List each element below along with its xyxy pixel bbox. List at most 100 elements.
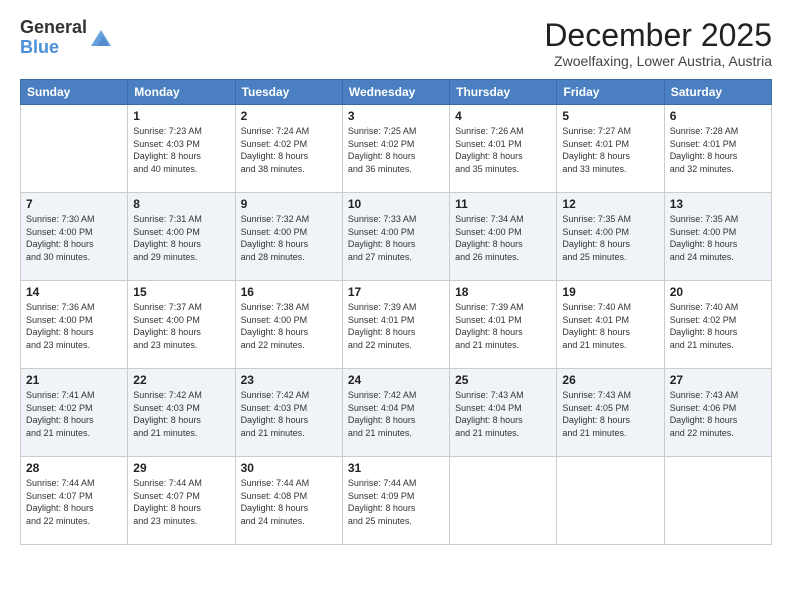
day-number: 23 xyxy=(241,373,337,387)
table-row: 28 Sunrise: 7:44 AM Sunset: 4:07 PM Dayli… xyxy=(21,457,128,545)
table-row: 8 Sunrise: 7:31 AM Sunset: 4:00 PM Daylig… xyxy=(128,193,235,281)
day-number: 24 xyxy=(348,373,444,387)
table-row: 2 Sunrise: 7:24 AM Sunset: 4:02 PM Daylig… xyxy=(235,105,342,193)
day-info: Sunrise: 7:42 AM Sunset: 4:03 PM Dayligh… xyxy=(133,389,229,439)
table-row: 3Sunrise: 7:25 AM Sunset: 4:02 PM Daylig… xyxy=(342,105,449,193)
day-number: 28 xyxy=(26,461,122,475)
table-row: 6 Sunrise: 7:28 AM Sunset: 4:01 PM Daylig… xyxy=(664,105,771,193)
header-friday: Friday xyxy=(557,80,664,105)
day-number: 26 xyxy=(562,373,658,387)
table-row: 7 Sunrise: 7:30 AM Sunset: 4:00 PM Daylig… xyxy=(21,193,128,281)
table-row: 17 Sunrise: 7:39 AM Sunset: 4:01 PM Dayli… xyxy=(342,281,449,369)
day-number: 15 xyxy=(133,285,229,299)
table-row: 26 Sunrise: 7:43 AM Sunset: 4:05 PM Dayli… xyxy=(557,369,664,457)
header: General Blue December 2025 Zwoelfaxing, … xyxy=(20,18,772,69)
day-info: Sunrise: 7:44 AM Sunset: 4:08 PM Dayligh… xyxy=(241,477,337,527)
calendar-week-row: 14 Sunrise: 7:36 AM Sunset: 4:00 PM Dayli… xyxy=(21,281,772,369)
table-row: 13 Sunrise: 7:35 AM Sunset: 4:00 PM Dayli… xyxy=(664,193,771,281)
table-row: 10Sunrise: 7:33 AM Sunset: 4:00 PM Dayli… xyxy=(342,193,449,281)
calendar-table: Sunday Monday Tuesday Wednesday Thursday… xyxy=(20,79,772,545)
header-wednesday: Wednesday xyxy=(342,80,449,105)
day-info: Sunrise: 7:40 AM Sunset: 4:01 PM Dayligh… xyxy=(562,301,658,351)
table-row: 24Sunrise: 7:42 AM Sunset: 4:04 PM Dayli… xyxy=(342,369,449,457)
day-info: Sunrise: 7:44 AM Sunset: 4:07 PM Dayligh… xyxy=(133,477,229,527)
table-row: 20Sunrise: 7:40 AM Sunset: 4:02 PM Dayli… xyxy=(664,281,771,369)
day-info: Sunrise: 7:42 AM Sunset: 4:03 PM Dayligh… xyxy=(241,389,337,439)
table-row: 11 Sunrise: 7:34 AM Sunset: 4:00 PM Dayli… xyxy=(450,193,557,281)
day-info: Sunrise: 7:41 AM Sunset: 4:02 PM Dayligh… xyxy=(26,389,122,439)
day-number: 16 xyxy=(241,285,337,299)
table-row: 18Sunrise: 7:39 AM Sunset: 4:01 PM Dayli… xyxy=(450,281,557,369)
day-number: 5 xyxy=(562,109,658,123)
table-row xyxy=(557,457,664,545)
day-number: 4 xyxy=(455,109,551,123)
day-number: 21 xyxy=(26,373,122,387)
day-number: 7 xyxy=(26,197,122,211)
day-info: Sunrise: 7:31 AM Sunset: 4:00 PM Dayligh… xyxy=(133,213,229,263)
day-number: 8 xyxy=(133,197,229,211)
day-info: Sunrise: 7:36 AM Sunset: 4:00 PM Dayligh… xyxy=(26,301,122,351)
day-number: 11 xyxy=(455,197,551,211)
day-number: 29 xyxy=(133,461,229,475)
day-info: Sunrise: 7:26 AM Sunset: 4:01 PM Dayligh… xyxy=(455,125,551,175)
logo: General Blue xyxy=(20,18,113,58)
day-number: 1 xyxy=(133,109,229,123)
header-saturday: Saturday xyxy=(664,80,771,105)
table-row: 5Sunrise: 7:27 AM Sunset: 4:01 PM Daylig… xyxy=(557,105,664,193)
table-row xyxy=(21,105,128,193)
day-number: 25 xyxy=(455,373,551,387)
day-info: Sunrise: 7:43 AM Sunset: 4:04 PM Dayligh… xyxy=(455,389,551,439)
day-info: Sunrise: 7:39 AM Sunset: 4:01 PM Dayligh… xyxy=(348,301,444,351)
table-row: 30 Sunrise: 7:44 AM Sunset: 4:08 PM Dayli… xyxy=(235,457,342,545)
page: General Blue December 2025 Zwoelfaxing, … xyxy=(0,0,792,612)
table-row xyxy=(664,457,771,545)
table-row: 9Sunrise: 7:32 AM Sunset: 4:00 PM Daylig… xyxy=(235,193,342,281)
table-row: 23 Sunrise: 7:42 AM Sunset: 4:03 PM Dayli… xyxy=(235,369,342,457)
day-number: 20 xyxy=(670,285,766,299)
day-info: Sunrise: 7:30 AM Sunset: 4:00 PM Dayligh… xyxy=(26,213,122,263)
day-number: 30 xyxy=(241,461,337,475)
day-info: Sunrise: 7:38 AM Sunset: 4:00 PM Dayligh… xyxy=(241,301,337,351)
logo-icon xyxy=(89,26,113,50)
logo-blue: Blue xyxy=(20,38,87,58)
day-number: 13 xyxy=(670,197,766,211)
table-row xyxy=(450,457,557,545)
table-row: 16 Sunrise: 7:38 AM Sunset: 4:00 PM Dayli… xyxy=(235,281,342,369)
day-number: 27 xyxy=(670,373,766,387)
calendar-week-row: 1Sunrise: 7:23 AM Sunset: 4:03 PM Daylig… xyxy=(21,105,772,193)
table-row: 29 Sunrise: 7:44 AM Sunset: 4:07 PM Dayli… xyxy=(128,457,235,545)
table-row: 31 Sunrise: 7:44 AM Sunset: 4:09 PM Dayli… xyxy=(342,457,449,545)
day-number: 31 xyxy=(348,461,444,475)
table-row: 19 Sunrise: 7:40 AM Sunset: 4:01 PM Dayli… xyxy=(557,281,664,369)
table-row: 15 Sunrise: 7:37 AM Sunset: 4:00 PM Dayli… xyxy=(128,281,235,369)
location-subtitle: Zwoelfaxing, Lower Austria, Austria xyxy=(544,53,772,69)
day-info: Sunrise: 7:28 AM Sunset: 4:01 PM Dayligh… xyxy=(670,125,766,175)
day-number: 6 xyxy=(670,109,766,123)
header-thursday: Thursday xyxy=(450,80,557,105)
day-info: Sunrise: 7:35 AM Sunset: 4:00 PM Dayligh… xyxy=(562,213,658,263)
calendar-week-row: 21 Sunrise: 7:41 AM Sunset: 4:02 PM Dayli… xyxy=(21,369,772,457)
day-number: 19 xyxy=(562,285,658,299)
day-info: Sunrise: 7:34 AM Sunset: 4:00 PM Dayligh… xyxy=(455,213,551,263)
table-row: 12Sunrise: 7:35 AM Sunset: 4:00 PM Dayli… xyxy=(557,193,664,281)
day-number: 14 xyxy=(26,285,122,299)
day-number: 2 xyxy=(241,109,337,123)
day-number: 3 xyxy=(348,109,444,123)
day-number: 22 xyxy=(133,373,229,387)
header-tuesday: Tuesday xyxy=(235,80,342,105)
calendar-week-row: 7 Sunrise: 7:30 AM Sunset: 4:00 PM Daylig… xyxy=(21,193,772,281)
day-info: Sunrise: 7:39 AM Sunset: 4:01 PM Dayligh… xyxy=(455,301,551,351)
day-info: Sunrise: 7:43 AM Sunset: 4:06 PM Dayligh… xyxy=(670,389,766,439)
day-info: Sunrise: 7:35 AM Sunset: 4:00 PM Dayligh… xyxy=(670,213,766,263)
day-info: Sunrise: 7:43 AM Sunset: 4:05 PM Dayligh… xyxy=(562,389,658,439)
logo-general: General xyxy=(20,18,87,38)
day-info: Sunrise: 7:24 AM Sunset: 4:02 PM Dayligh… xyxy=(241,125,337,175)
header-monday: Monday xyxy=(128,80,235,105)
day-info: Sunrise: 7:44 AM Sunset: 4:07 PM Dayligh… xyxy=(26,477,122,527)
day-info: Sunrise: 7:44 AM Sunset: 4:09 PM Dayligh… xyxy=(348,477,444,527)
day-number: 17 xyxy=(348,285,444,299)
day-info: Sunrise: 7:37 AM Sunset: 4:00 PM Dayligh… xyxy=(133,301,229,351)
table-row: 1Sunrise: 7:23 AM Sunset: 4:03 PM Daylig… xyxy=(128,105,235,193)
calendar-header-row: Sunday Monday Tuesday Wednesday Thursday… xyxy=(21,80,772,105)
day-number: 10 xyxy=(348,197,444,211)
